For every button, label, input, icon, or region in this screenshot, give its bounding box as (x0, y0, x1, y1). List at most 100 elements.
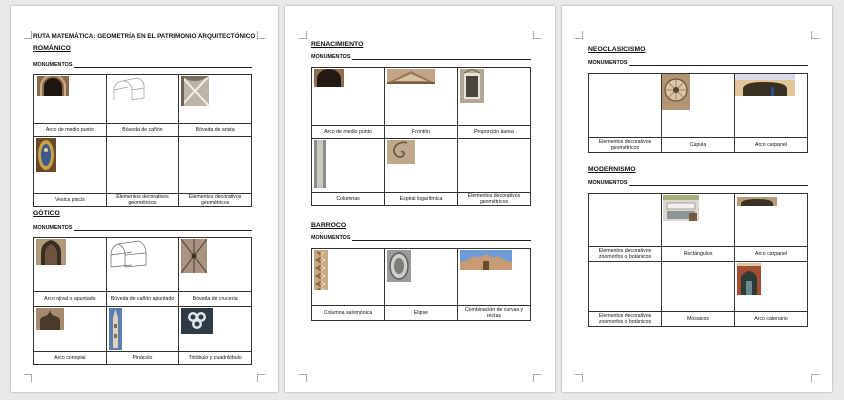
round-arch-photo (314, 69, 344, 87)
margin-mark (257, 31, 265, 39)
table-label: Proporción áurea (457, 125, 531, 139)
table-label: Arco conopial (33, 351, 107, 365)
table-label: Elementos decorativos zoomorfos o botáni… (588, 246, 662, 262)
monuments-line (74, 225, 252, 231)
document-page-1: RUTA MATEMÁTICA: GEOMETRÍA EN EL PATRIMO… (11, 6, 278, 392)
monuments-line (352, 54, 531, 60)
trefoil-quatrefoil-photo (181, 308, 214, 334)
table-label: Espiral logarítmica (384, 192, 458, 206)
rib-vault-photo (181, 239, 208, 273)
image-cell (384, 67, 458, 126)
pointed-arch-photo (36, 239, 66, 265)
image-cell (33, 306, 107, 352)
barroco-table: Columna salomónica Elipse Combinación de… (311, 248, 531, 321)
table-label: Arco catenario (734, 311, 808, 327)
image-cell (588, 261, 662, 312)
monuments-line (629, 180, 808, 186)
image-cell (661, 73, 735, 138)
monuments-field[interactable]: MONUMENTOS (588, 60, 808, 66)
curved-facade-photo (460, 250, 512, 270)
image-cell (588, 193, 662, 247)
table-label: Combinación de curvas y rectas (457, 305, 531, 321)
dome-interior-photo (662, 74, 690, 110)
image-cell (311, 248, 385, 306)
renacimiento-table: Arco de medio punto Frontón Proporción á… (311, 67, 531, 206)
document-page-2: RENACIMIENTO MONUMENTOS Arco de medio pu… (285, 6, 555, 392)
document-page-3: NEOCLASICISMO MONUMENTOS Elementos decor… (562, 6, 832, 392)
monuments-label: MONUMENTOS (33, 225, 73, 231)
solomonic-column-photo (314, 250, 328, 290)
image-cell (734, 261, 808, 312)
image-cell (178, 136, 252, 194)
image-cell (33, 136, 107, 194)
image-cell (734, 193, 808, 247)
table-label: Rectángulos (661, 246, 735, 262)
image-cell (105, 136, 180, 194)
monuments-field[interactable]: MONUMENTOS (33, 225, 252, 231)
image-cell (661, 193, 735, 247)
logarithmic-spiral-photo (387, 140, 415, 164)
monuments-label: MONUMENTOS (588, 60, 628, 66)
table-label: Arco de medio punto (311, 125, 385, 139)
image-cell (384, 138, 458, 193)
image-cell (457, 248, 531, 306)
rectangles-facade-photo (663, 195, 699, 221)
table-label: Elementos decorativos geométricos (178, 193, 252, 207)
table-label: Frontón (384, 125, 458, 139)
modernist-basket-arch-photo (737, 195, 777, 206)
margin-mark (24, 374, 32, 382)
margin-mark (575, 374, 583, 382)
romanico-table: Arco de medio punto Bóveda de cañón Bóve… (33, 74, 252, 207)
image-cell (105, 237, 180, 292)
basket-arch-photo (735, 74, 795, 96)
margin-mark (533, 374, 541, 382)
margin-mark (811, 31, 819, 39)
image-cell (178, 74, 252, 124)
image-cell (178, 237, 252, 292)
monuments-field[interactable]: MONUMENTOS (311, 54, 531, 60)
monuments-field[interactable]: MONUMENTOS (311, 235, 531, 241)
gotico-table: Arco ojival o apuntado Bóveda de cañón a… (33, 237, 252, 365)
table-label: Elementos decorativos geométricos (457, 192, 531, 206)
table-label: Elementos decorativos zoomorfos o botáni… (588, 311, 662, 327)
table-label: Columna salomónica (311, 305, 385, 321)
table-label: Bóveda de arista (178, 123, 252, 137)
table-label: Cúpula (661, 137, 735, 153)
monuments-field[interactable]: MONUMENTOS (33, 62, 252, 68)
table-label: Pináculo (105, 351, 180, 365)
table-label: Arco ojival o apuntado (33, 291, 107, 307)
image-cell (384, 248, 458, 306)
vesica-piscis-photo (36, 138, 56, 172)
table-label: Elementos decorativos geométricos (105, 193, 180, 207)
table-label: Bóveda de cañón (105, 123, 180, 137)
monuments-line (352, 235, 531, 241)
section-title-barroco: BARROCO (311, 222, 347, 229)
pinnacle-photo (108, 308, 122, 350)
table-label: Arco carpanel (734, 246, 808, 262)
pediment-photo (387, 69, 435, 84)
monuments-label: MONUMENTOS (311, 235, 351, 241)
pointed-barrel-vault-drawing (109, 239, 149, 269)
golden-ratio-window-photo (460, 69, 484, 103)
ellipse-medallion-photo (387, 250, 411, 282)
image-cell (734, 73, 808, 138)
table-label: Elementos decorativos geométricos (588, 137, 662, 153)
margin-mark (257, 374, 265, 382)
image-cell (311, 67, 385, 126)
margin-mark (299, 31, 307, 39)
image-cell (661, 261, 735, 312)
margin-mark (811, 374, 819, 382)
monuments-field[interactable]: MONUMENTOS (588, 180, 808, 186)
image-cell (178, 306, 252, 352)
table-label: Columnas (311, 192, 385, 206)
neoclasicismo-table: Elementos decorativos geométricos Cúpula… (588, 73, 808, 153)
document-title: RUTA MATEMÁTICA: GEOMETRÍA EN EL PATRIMO… (33, 33, 256, 40)
table-label: Mosaicos (661, 311, 735, 327)
groin-vault-photo (181, 76, 210, 106)
monuments-line (629, 60, 808, 66)
monuments-label: MONUMENTOS (311, 54, 351, 60)
table-label: Elipse (384, 305, 458, 321)
margin-mark (533, 31, 541, 39)
table-label: Arco carpanel (734, 137, 808, 153)
table-label: Arco de medio punto (33, 123, 107, 137)
